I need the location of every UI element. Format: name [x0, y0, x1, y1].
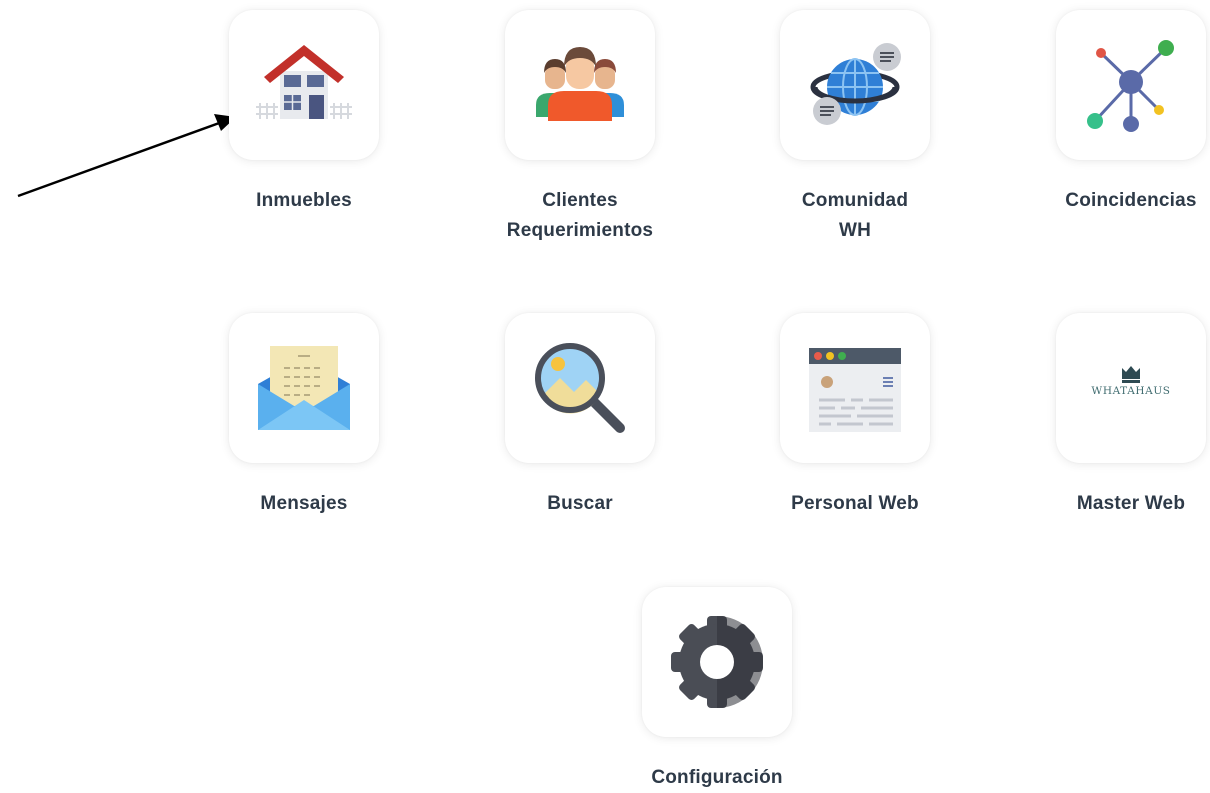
whatahaus-logo-icon: WHATAHAUS — [1091, 366, 1170, 397]
personal-web-button[interactable] — [780, 313, 930, 463]
magnifier-icon — [535, 343, 625, 433]
clientes-label: Clientes Requerimientos — [506, 190, 654, 241]
tile-inmuebles[interactable]: Inmuebles — [229, 10, 379, 216]
personal-web-label: Personal Web — [791, 493, 919, 514]
tile-comunidad[interactable]: Comunidad WH — [780, 10, 930, 246]
tile-buscar[interactable]: Buscar — [505, 313, 655, 519]
inmuebles-button[interactable] — [229, 10, 379, 160]
network-nodes-icon — [1087, 40, 1174, 132]
tile-master-web[interactable]: WHATAHAUS Master Web — [1056, 313, 1206, 519]
tile-clientes[interactable]: Clientes Requerimientos — [505, 10, 655, 246]
whatahaus-wordmark: WHATAHAUS — [1091, 385, 1170, 397]
configuracion-label: Configuración — [651, 767, 783, 788]
buscar-button[interactable] — [505, 313, 655, 463]
clientes-button[interactable] — [505, 10, 655, 160]
globe-chat-icon — [810, 43, 901, 125]
house-icon — [256, 45, 352, 119]
browser-window-icon — [809, 348, 901, 432]
coincidencias-button[interactable] — [1056, 10, 1206, 160]
gear-icon — [671, 616, 763, 708]
master-web-button[interactable]: WHATAHAUS — [1056, 313, 1206, 463]
master-web-label: Master Web — [1076, 493, 1186, 514]
mensajes-label: Mensajes — [260, 493, 348, 514]
configuracion-button[interactable] — [642, 587, 792, 737]
comunidad-label: Comunidad WH — [801, 190, 909, 241]
open-envelope-icon — [258, 346, 350, 430]
tile-mensajes[interactable]: Mensajes — [229, 313, 379, 519]
buscar-label: Buscar — [547, 493, 613, 514]
comunidad-button[interactable] — [780, 10, 930, 160]
mensajes-button[interactable] — [229, 313, 379, 463]
tile-personal-web[interactable]: Personal Web — [780, 313, 930, 519]
tile-coincidencias[interactable]: Coincidencias — [1056, 10, 1206, 216]
people-group-icon — [536, 47, 624, 121]
coincidencias-label: Coincidencias — [1065, 190, 1197, 211]
tile-configuracion[interactable]: Configuración — [642, 587, 792, 793]
inmuebles-label: Inmuebles — [256, 190, 352, 211]
